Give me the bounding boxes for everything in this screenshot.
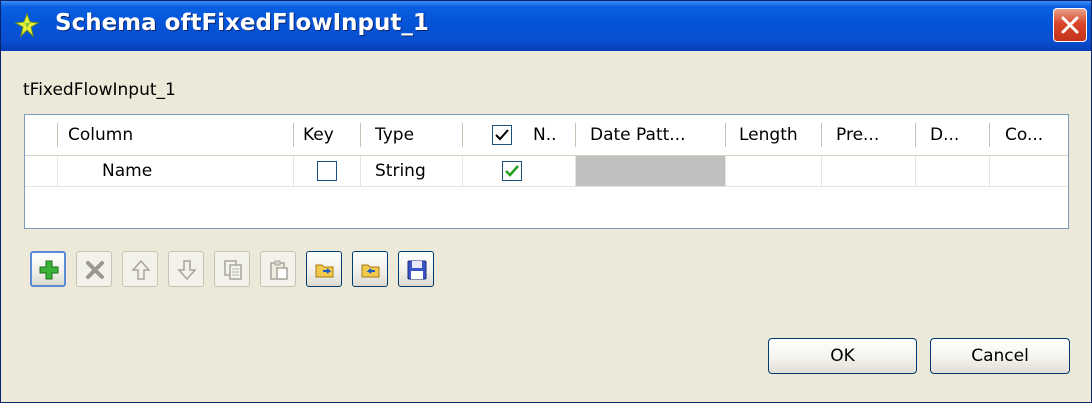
- header-separator: [462, 123, 463, 147]
- export-button[interactable]: [352, 251, 388, 287]
- header-separator: [575, 123, 576, 147]
- close-button[interactable]: [1053, 8, 1087, 42]
- save-button[interactable]: [398, 251, 434, 287]
- header-separator: [725, 123, 726, 147]
- nullable-checkbox[interactable]: [502, 161, 522, 181]
- checkmark-icon: [505, 165, 519, 177]
- header-type[interactable]: Type: [375, 115, 455, 155]
- remove-button[interactable]: [76, 251, 112, 287]
- component-name: tFixedFlowInput_1: [23, 80, 176, 100]
- import-button[interactable]: [306, 251, 342, 287]
- delete-x-icon: [86, 261, 104, 279]
- export-folder-icon: [361, 264, 380, 278]
- row-divider: [25, 186, 1068, 187]
- header-date-pattern[interactable]: Date Patt...: [590, 115, 718, 155]
- floppy-disk-icon: [407, 260, 427, 280]
- schema-dialog: Schema oftFixedFlowInput_1 tFixedFlowInp…: [0, 0, 1092, 403]
- cell-divider: [293, 156, 294, 186]
- schema-table[interactable]: Column Key Type N.. Date Patt... Length …: [24, 114, 1069, 229]
- header-separator: [293, 123, 294, 147]
- window-title: Schema oftFixedFlowInput_1: [55, 10, 429, 36]
- cell-divider: [821, 156, 822, 186]
- paste-button[interactable]: [260, 251, 296, 287]
- header-separator: [989, 123, 990, 147]
- table-header: Column Key Type N.. Date Patt... Length …: [25, 115, 1068, 156]
- copy-icon: [224, 260, 242, 280]
- wand-sparkle-icon: [14, 12, 40, 38]
- cell-column-name[interactable]: Name: [102, 156, 152, 186]
- add-button[interactable]: [30, 251, 66, 287]
- import-folder-icon: [315, 264, 334, 278]
- paste-icon: [270, 260, 288, 280]
- ok-button[interactable]: OK: [768, 338, 917, 374]
- header-column[interactable]: Column: [68, 115, 288, 155]
- cell-type[interactable]: String: [375, 156, 426, 186]
- header-length[interactable]: Length: [739, 115, 821, 155]
- header-nullable-checkbox[interactable]: [492, 125, 512, 145]
- move-up-button[interactable]: [122, 251, 158, 287]
- header-precision[interactable]: Pre...: [836, 115, 916, 155]
- header-nullable[interactable]: N..: [533, 115, 571, 155]
- cell-divider: [57, 156, 58, 186]
- header-separator: [915, 123, 916, 147]
- close-icon: [1061, 16, 1079, 34]
- cancel-button[interactable]: Cancel: [930, 338, 1070, 374]
- plus-icon: [39, 260, 59, 280]
- cell-divider: [989, 156, 990, 186]
- cell-divider: [915, 156, 916, 186]
- header-separator: [821, 123, 822, 147]
- header-separator: [360, 123, 361, 147]
- header-separator: [57, 123, 58, 147]
- copy-button[interactable]: [214, 251, 250, 287]
- cell-divider: [462, 156, 463, 186]
- cell-date-pattern[interactable]: [576, 156, 725, 186]
- move-down-button[interactable]: [168, 251, 204, 287]
- cell-divider: [725, 156, 726, 186]
- cell-divider: [360, 156, 361, 186]
- header-key[interactable]: Key: [303, 115, 353, 155]
- key-checkbox[interactable]: [317, 161, 337, 181]
- header-default[interactable]: D...: [930, 115, 988, 155]
- header-comment[interactable]: Co...: [1005, 115, 1065, 155]
- arrow-down-icon: [177, 260, 197, 281]
- table-row[interactable]: Name String: [25, 156, 1068, 186]
- checkmark-icon: [495, 129, 509, 141]
- arrow-up-icon: [131, 259, 151, 280]
- title-bar[interactable]: Schema oftFixedFlowInput_1: [1, 1, 1091, 51]
